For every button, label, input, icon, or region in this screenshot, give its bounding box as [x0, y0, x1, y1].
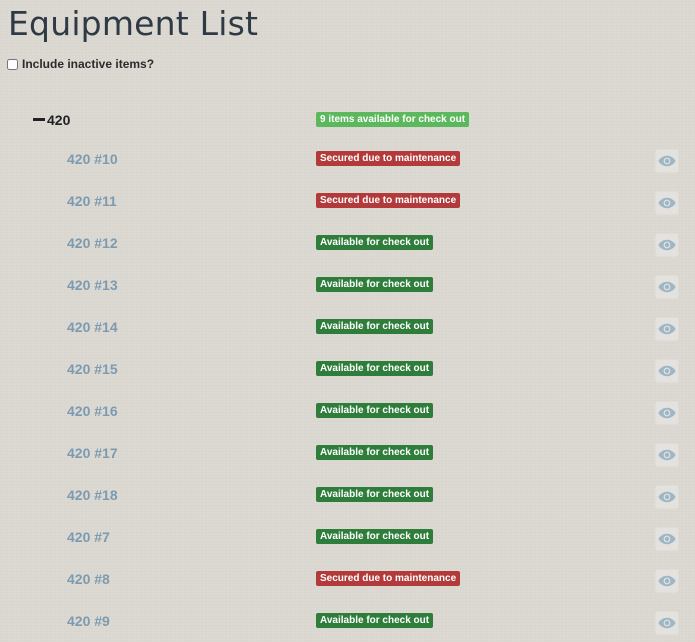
eye-icon [658, 155, 676, 167]
status-badge: Available for check out [316, 487, 434, 502]
eye-icon [658, 407, 676, 419]
status-badge: Available for check out [316, 235, 434, 250]
view-item-button[interactable] [655, 569, 679, 593]
eye-icon [658, 533, 676, 545]
equipment-item-row: 420 #9 Available for check out [0, 600, 695, 642]
status-badge: Secured due to maintenance [316, 151, 461, 166]
status-badge: Available for check out [316, 361, 434, 376]
equipment-item-row: 420 #18 Available for check out [0, 474, 695, 516]
equipment-item-link[interactable]: 420 #14 [67, 318, 118, 336]
equipment-item-link[interactable]: 420 #10 [67, 150, 118, 168]
view-item-button[interactable] [655, 485, 679, 509]
equipment-item-row: 420 #12 Available for check out [0, 222, 695, 264]
equipment-item-link[interactable]: 420 #12 [67, 234, 118, 252]
status-badge: Available for check out [316, 277, 434, 292]
status-badge: Available for check out [316, 445, 434, 460]
eye-icon [658, 323, 676, 335]
equipment-item-link[interactable]: 420 #9 [67, 612, 110, 630]
equipment-item-row: 420 #11 Secured due to maintenance [0, 180, 695, 222]
eye-icon [658, 575, 676, 587]
equipment-items-list: 420 #10 Secured due to maintenance 420 #… [0, 138, 695, 642]
equipment-item-link[interactable]: 420 #8 [67, 570, 110, 588]
eye-icon [658, 449, 676, 461]
include-inactive-toggle: Include inactive items? [7, 57, 154, 71]
equipment-item-link[interactable]: 420 #7 [67, 528, 110, 546]
status-badge: Secured due to maintenance [316, 571, 461, 586]
status-badge: Available for check out [316, 529, 434, 544]
equipment-item-link[interactable]: 420 #15 [67, 360, 118, 378]
equipment-item-row: 420 #16 Available for check out [0, 390, 695, 432]
eye-icon [658, 365, 676, 377]
view-item-button[interactable] [655, 191, 679, 215]
equipment-item-row: 420 #17 Available for check out [0, 432, 695, 474]
status-badge: Available for check out [316, 403, 434, 418]
view-item-button[interactable] [655, 317, 679, 341]
group-availability-badge: 9 items available for check out [316, 112, 470, 127]
include-inactive-checkbox[interactable] [7, 58, 18, 70]
equipment-item-link[interactable]: 420 #11 [67, 192, 117, 210]
equipment-item-link[interactable]: 420 #18 [67, 486, 118, 504]
view-item-button[interactable] [655, 401, 679, 425]
equipment-item-link[interactable]: 420 #13 [67, 276, 118, 294]
view-item-button[interactable] [655, 275, 679, 299]
eye-icon [658, 239, 676, 251]
eye-icon [658, 491, 676, 503]
status-badge: Available for check out [316, 319, 434, 334]
eye-icon [658, 197, 676, 209]
equipment-item-link[interactable]: 420 #16 [67, 402, 118, 420]
equipment-item-row: 420 #14 Available for check out [0, 306, 695, 348]
equipment-item-link[interactable]: 420 #17 [67, 444, 118, 462]
view-item-button[interactable] [655, 359, 679, 383]
view-item-button[interactable] [655, 611, 679, 635]
equipment-group: 420 9 items available for check out [33, 110, 673, 130]
page-title: Equipment List [8, 4, 259, 43]
minus-icon[interactable] [33, 118, 45, 121]
view-item-button[interactable] [655, 443, 679, 467]
include-inactive-label[interactable]: Include inactive items? [22, 57, 154, 71]
equipment-item-row: 420 #13 Available for check out [0, 264, 695, 306]
equipment-item-row: 420 #7 Available for check out [0, 516, 695, 558]
equipment-item-row: 420 #15 Available for check out [0, 348, 695, 390]
group-name[interactable]: 420 [47, 110, 70, 130]
equipment-item-row: 420 #8 Secured due to maintenance [0, 558, 695, 600]
status-badge: Available for check out [316, 613, 434, 628]
eye-icon [658, 617, 676, 629]
equipment-item-row: 420 #10 Secured due to maintenance [0, 138, 695, 180]
view-item-button[interactable] [655, 233, 679, 257]
eye-icon [658, 281, 676, 293]
view-item-button[interactable] [655, 527, 679, 551]
view-item-button[interactable] [655, 149, 679, 173]
status-badge: Secured due to maintenance [316, 193, 461, 208]
